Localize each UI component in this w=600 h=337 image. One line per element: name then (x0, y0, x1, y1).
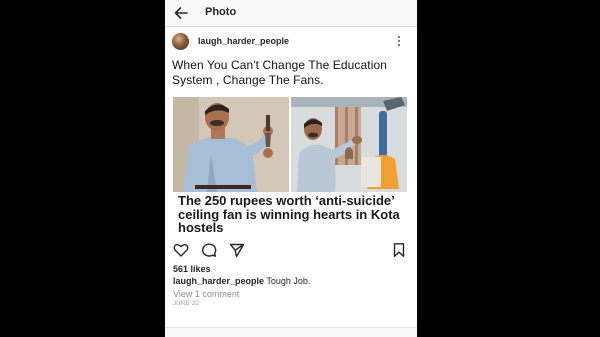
page-title: Photo (205, 6, 237, 18)
post-username[interactable]: laugh_harder_people (198, 36, 289, 46)
instagram-phone-screen: Photo laugh_harder_people When You Can't… (165, 0, 417, 337)
caption: laugh_harder_people Tough Job. (173, 276, 310, 286)
photo-left (173, 97, 289, 192)
view-comments-link[interactable]: View 1 comment (173, 289, 239, 299)
post-image[interactable]: The 250 rupees worth ‘anti-suicide’ ceil… (173, 97, 407, 236)
post-date: JUNE 22 (173, 301, 200, 307)
photo-right (291, 97, 407, 192)
heart-icon[interactable] (173, 242, 189, 258)
top-bar: Photo (165, 0, 417, 27)
bookmark-icon[interactable] (391, 242, 407, 258)
image-headline: The 250 rupees worth ‘anti-suicide’ ceil… (178, 193, 400, 235)
vertical-ellipsis-icon[interactable] (394, 35, 404, 47)
post-header: laugh_harder_people (165, 27, 417, 55)
post-image-caption-title: When You Can't Change The Education Syst… (172, 58, 388, 87)
post-actions (165, 240, 417, 260)
bottom-navigation-bar (165, 327, 417, 337)
caption-username[interactable]: laugh_harder_people (173, 276, 264, 286)
caption-text: Tough Job. (266, 276, 311, 286)
arrow-left-icon[interactable] (173, 5, 189, 21)
likes-count[interactable]: 561 likes (173, 264, 211, 274)
comment-icon[interactable] (201, 242, 217, 258)
avatar[interactable] (172, 33, 189, 50)
send-icon[interactable] (229, 242, 245, 258)
image-headline-box: The 250 rupees worth ‘anti-suicide’ ceil… (173, 192, 407, 236)
